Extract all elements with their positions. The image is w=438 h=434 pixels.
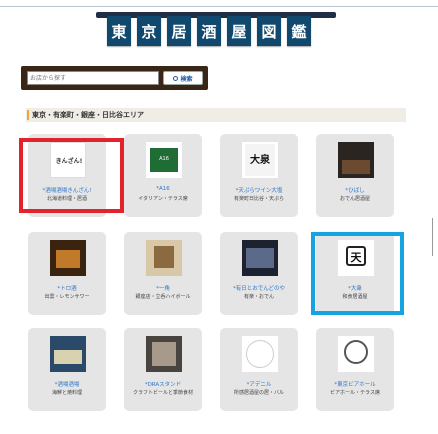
restaurant-description: 所感居酒屋の居・バル [233, 390, 284, 396]
restaurant-thumbnail [242, 240, 278, 276]
restaurant-name[interactable]: *東京ビアホール [316, 380, 394, 388]
logo-char-5: 屋 [227, 16, 251, 46]
restaurant-thumbnail: A16 [146, 142, 182, 178]
restaurant-card[interactable]: *有日とおでんどのや 有楽・おでん [220, 232, 298, 315]
restaurant-thumbnail [50, 240, 86, 276]
restaurant-card[interactable]: *DRAスタンド クラフトビールと季節食材 [124, 328, 202, 411]
area-accent-mark [27, 110, 29, 120]
restaurant-thumbnail [50, 336, 86, 372]
area-title: 東京・有楽町・銀座・日比谷エリア [32, 111, 144, 119]
restaurant-card[interactable]: *一角 銀座店・立呑ハイボール [124, 232, 202, 315]
search-input[interactable] [27, 71, 159, 85]
restaurant-description: 海鮮と焼料理 [51, 390, 82, 396]
logo-char-2: 京 [137, 16, 161, 46]
restaurant-name[interactable]: *ひばし [316, 186, 394, 194]
restaurant-description: イタリアン・テラス席 [138, 196, 188, 202]
thumbnail-logo-text: A16 [159, 156, 169, 162]
scroll-edge-line [432, 218, 433, 256]
logo-char-4: 酒 [197, 16, 221, 46]
restaurant-name[interactable]: *天ぷらワイン大塩 [220, 186, 298, 194]
top-divider [0, 6, 438, 7]
restaurant-card[interactable]: *東京ビアホール ビアホール・テラス席 [316, 328, 394, 411]
search-icon [173, 75, 179, 81]
highlight-box-red [19, 138, 124, 213]
area-header: 東京・有楽町・銀座・日比谷エリア [26, 108, 406, 122]
storefront-photo [54, 350, 82, 364]
interior-photo [342, 160, 370, 174]
logo-char-3: 居 [167, 16, 191, 46]
restaurant-thumbnail [146, 240, 182, 276]
restaurant-thumbnail [338, 142, 374, 178]
restaurant-description: おでん居酒屋 [339, 196, 370, 202]
restaurant-card[interactable]: *酒場酒場 海鮮と焼料理 [28, 328, 106, 411]
logo-char-7: 鑑 [287, 16, 311, 46]
restaurant-thumbnail [242, 336, 278, 372]
restaurant-name[interactable]: *A16 [124, 186, 202, 192]
restaurant-card[interactable]: *トロ酒 出雲・レモンサワー [28, 232, 106, 315]
restaurant-name[interactable]: *トロ酒 [28, 284, 106, 292]
restaurant-name[interactable]: *アデニル [220, 380, 298, 388]
round-logo-image [246, 340, 274, 368]
search-button-label: 検索 [180, 75, 193, 83]
restaurant-description: 有楽・おでん [243, 294, 274, 300]
restaurant-thumbnail [338, 336, 374, 372]
thumbnail-logo-text: 大泉 [250, 155, 270, 166]
restaurant-description: 有楽町日比谷・天ぷら [233, 196, 284, 202]
restaurant-thumbnail: 大泉 [242, 142, 278, 178]
restaurant-card[interactable]: *ひばし おでん居酒屋 [316, 134, 394, 217]
restaurant-description: 出雲・レモンサワー [44, 294, 90, 300]
search-button[interactable]: 検索 [163, 71, 203, 85]
crest-logo-image [344, 340, 368, 364]
restaurant-description: クラフトビールと季節食材 [132, 390, 193, 396]
restaurant-name[interactable]: *DRAスタンド [124, 380, 202, 388]
restaurant-name[interactable]: *有日とおでんどのや [220, 284, 298, 292]
restaurant-description: 銀座店・立呑ハイボール [135, 294, 191, 300]
restaurant-description: ビアホール・テラス席 [330, 390, 380, 396]
storefront-photo [152, 342, 176, 366]
restaurant-thumbnail [146, 336, 182, 372]
storefront-photo [56, 250, 80, 268]
restaurant-name[interactable]: *酒場酒場 [28, 380, 106, 388]
restaurant-card[interactable]: A16 *A16 イタリアン・テラス席 [124, 134, 202, 217]
restaurant-card[interactable]: *アデニル 所感居酒屋の居・バル [220, 328, 298, 411]
restaurant-name[interactable]: *一角 [124, 284, 202, 292]
logo-char-1: 東 [107, 16, 131, 46]
restaurant-card[interactable]: 大泉 *天ぷらワイン大塩 有楽町日比谷・天ぷら [220, 134, 298, 217]
storefront-photo [246, 248, 274, 268]
logo-char-6: 図 [257, 16, 281, 46]
bar-interior-photo [154, 246, 174, 268]
highlight-box-blue [311, 232, 404, 315]
